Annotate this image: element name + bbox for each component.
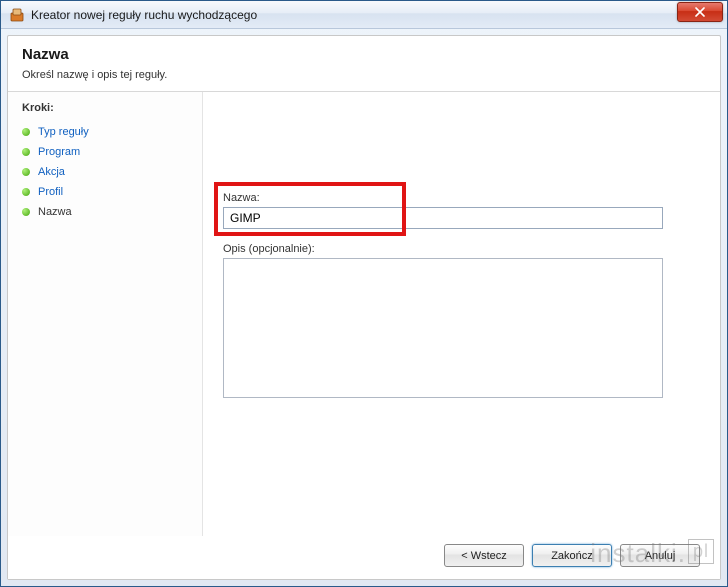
step-rule-type[interactable]: Typ reguły (22, 122, 202, 142)
close-button[interactable] (677, 2, 723, 22)
wizard-body: Nazwa Określ nazwę i opis tej reguły. Kr… (7, 35, 721, 580)
description-label: Opis (opcjonalnie): (223, 243, 690, 255)
finish-button[interactable]: Zakończ (532, 544, 612, 567)
name-label: Nazwa: (223, 192, 690, 204)
wizard-content: Kroki: Typ reguły Program Akcja Profil (8, 92, 720, 536)
titlebar: Kreator nowej reguły ruchu wychodzącego (1, 1, 727, 29)
page-subtitle: Określ nazwę i opis tej reguły. (22, 69, 706, 81)
name-group: Nazwa: (223, 192, 690, 229)
step-label: Profil (38, 186, 63, 198)
form-area: Nazwa: Opis (opcjonalnie): (203, 92, 720, 536)
cancel-button[interactable]: Anuluj (620, 544, 700, 567)
bullet-icon (22, 168, 30, 176)
description-input[interactable] (223, 258, 663, 398)
back-button[interactable]: < Wstecz (444, 544, 524, 567)
step-label: Nazwa (38, 206, 72, 218)
step-label: Akcja (38, 166, 65, 178)
step-name[interactable]: Nazwa (22, 202, 202, 222)
wizard-header: Nazwa Określ nazwę i opis tej reguły. (8, 36, 720, 92)
wizard-window: Kreator nowej reguły ruchu wychodzącego … (0, 0, 728, 587)
close-icon (695, 7, 705, 17)
step-program[interactable]: Program (22, 142, 202, 162)
bullet-icon (22, 128, 30, 136)
step-action[interactable]: Akcja (22, 162, 202, 182)
page-title: Nazwa (22, 46, 706, 63)
step-label: Program (38, 146, 80, 158)
window-title: Kreator nowej reguły ruchu wychodzącego (31, 8, 677, 22)
app-icon (9, 7, 25, 23)
bullet-icon (22, 188, 30, 196)
bullet-icon (22, 208, 30, 216)
bullet-icon (22, 148, 30, 156)
description-group: Opis (opcjonalnie): (223, 243, 690, 401)
step-profile[interactable]: Profil (22, 182, 202, 202)
wizard-footer: < Wstecz Zakończ Anuluj (8, 536, 720, 579)
step-label: Typ reguły (38, 126, 89, 138)
steps-sidebar: Kroki: Typ reguły Program Akcja Profil (8, 92, 203, 536)
steps-heading: Kroki: (22, 102, 202, 114)
name-input[interactable] (223, 207, 663, 229)
